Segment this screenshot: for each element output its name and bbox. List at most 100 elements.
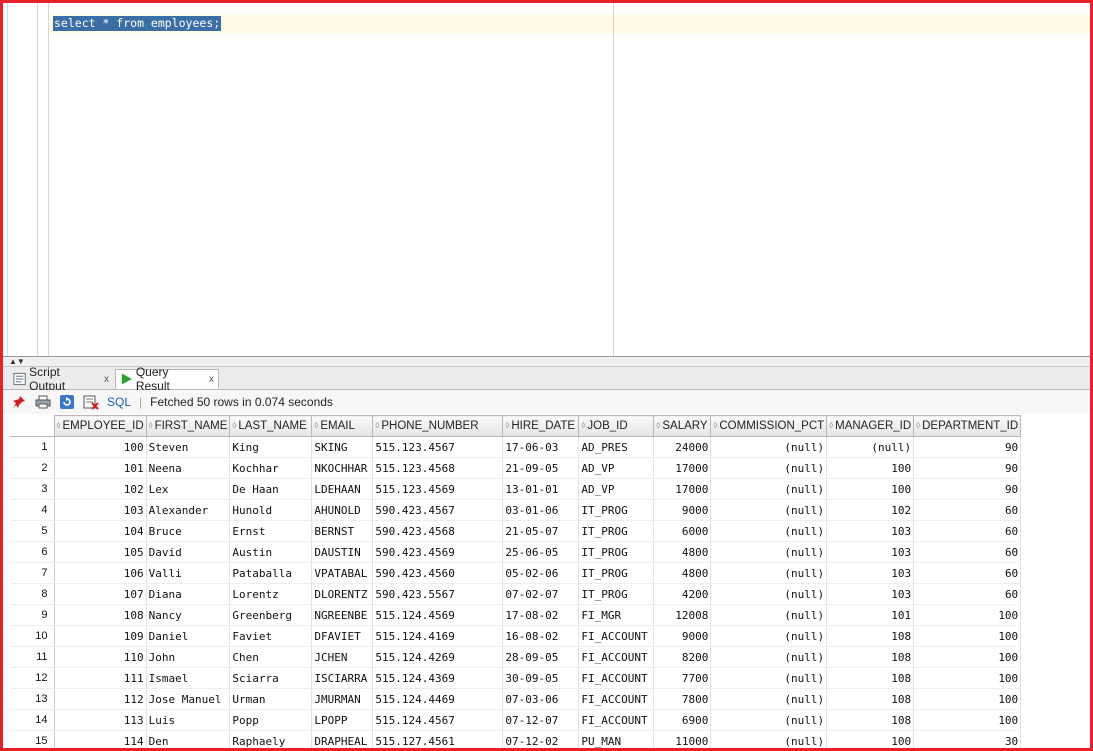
column-header-first-name[interactable]: ◊ FIRST_NAME — [145, 415, 231, 437]
column-header-manager-id[interactable]: ◊ MANAGER_ID — [826, 415, 915, 437]
table-cell[interactable]: (null) — [710, 520, 828, 542]
splitter-arrows-icon[interactable]: ▲▼ — [9, 357, 25, 366]
table-cell[interactable]: 11000 — [653, 730, 712, 748]
table-cell[interactable]: Neena — [146, 457, 231, 479]
table-cell[interactable]: 101 — [54, 457, 147, 479]
table-cell[interactable]: John — [146, 646, 231, 668]
table-cell[interactable]: 590.423.5567 — [372, 583, 504, 605]
table-cell[interactable]: 16-08-02 — [502, 625, 580, 647]
table-cell[interactable]: Nancy — [146, 604, 231, 626]
table-cell[interactable]: 515.123.4569 — [372, 478, 504, 500]
table-cell[interactable]: 24000 — [653, 436, 712, 458]
table-cell[interactable]: 590.423.4560 — [372, 562, 504, 584]
table-cell[interactable]: 109 — [54, 625, 147, 647]
table-cell[interactable]: 17-08-02 — [502, 604, 580, 626]
column-header-email[interactable]: ◊ EMAIL — [311, 415, 374, 437]
table-cell[interactable]: (null) — [710, 730, 828, 748]
table-cell[interactable]: 108 — [826, 646, 915, 668]
table-cell[interactable]: Lorentz — [229, 583, 313, 605]
table-cell[interactable]: AD_VP — [578, 478, 655, 500]
table-cell[interactable]: Daniel — [146, 625, 231, 647]
table-cell[interactable]: 102 — [54, 478, 147, 500]
table-cell[interactable]: 103 — [826, 520, 915, 542]
column-header-job-id[interactable]: ◊ JOB_ID — [578, 415, 655, 437]
table-cell[interactable]: 12008 — [653, 604, 712, 626]
table-cell[interactable]: 07-02-07 — [502, 583, 580, 605]
table-cell[interactable]: 515.124.4469 — [372, 688, 504, 710]
tab-query-result[interactable]: Query Result x — [115, 365, 219, 393]
column-header-last-name[interactable]: ◊ LAST_NAME — [229, 415, 313, 437]
table-cell[interactable]: 13-01-01 — [502, 478, 580, 500]
table-cell[interactable]: BERNST — [311, 520, 374, 542]
table-cell[interactable]: DRAPHEAL — [311, 730, 374, 748]
table-cell[interactable]: 25-06-05 — [502, 541, 580, 563]
table-cell[interactable]: Valli — [146, 562, 231, 584]
table-cell[interactable]: 90 — [913, 478, 1022, 500]
table-row[interactable]: 15 114 Den Raphaely DRAPHEAL 515.127.4561 07-1… — [10, 730, 1022, 748]
table-cell[interactable]: 60 — [913, 583, 1022, 605]
table-row[interactable]: 3 102 Lex De Haan LDEHAAN 515.123.4569 13-01-0… — [10, 478, 1022, 500]
table-cell[interactable]: 03-01-06 — [502, 499, 580, 521]
column-header-phone-number[interactable]: ◊ PHONE_NUMBER — [372, 415, 504, 437]
table-cell[interactable]: 103 — [54, 499, 147, 521]
table-cell[interactable]: 515.124.4569 — [372, 604, 504, 626]
table-cell[interactable]: 590.423.4569 — [372, 541, 504, 563]
table-cell[interactable]: 515.123.4568 — [372, 457, 504, 479]
table-cell[interactable]: Bruce — [146, 520, 231, 542]
table-row[interactable]: 12 111 Ismael Sciarra ISCIARRA 515.124.4369 30… — [10, 667, 1022, 689]
sort-icon[interactable]: ◊ — [314, 421, 318, 429]
sort-icon[interactable]: ◊ — [232, 421, 236, 429]
table-cell[interactable]: 100 — [826, 457, 915, 479]
table-cell[interactable]: Alexander — [146, 499, 231, 521]
table-cell[interactable]: 4200 — [653, 583, 712, 605]
table-cell[interactable]: 90 — [913, 436, 1022, 458]
table-cell[interactable]: IT_PROG — [578, 541, 655, 563]
table-cell[interactable]: 101 — [826, 604, 915, 626]
table-cell[interactable]: Pataballa — [229, 562, 313, 584]
table-cell[interactable]: 107 — [54, 583, 147, 605]
table-cell[interactable]: FI_MGR — [578, 604, 655, 626]
table-cell[interactable]: 103 — [826, 541, 915, 563]
table-cell[interactable]: 07-12-07 — [502, 709, 580, 731]
refresh-icon[interactable] — [59, 394, 75, 410]
close-icon[interactable]: x — [209, 374, 214, 385]
table-row[interactable]: 11 110 John Chen JCHEN 515.124.4269 28-09-05 FI… — [10, 646, 1022, 668]
table-cell[interactable]: AD_PRES — [578, 436, 655, 458]
table-cell[interactable]: De Haan — [229, 478, 313, 500]
table-cell[interactable]: 60 — [913, 520, 1022, 542]
table-cell[interactable]: FI_ACCOUNT — [578, 667, 655, 689]
print-icon[interactable] — [35, 394, 51, 410]
table-cell[interactable]: (null) — [826, 436, 915, 458]
close-icon[interactable]: x — [104, 374, 109, 385]
table-cell[interactable]: FI_ACCOUNT — [578, 709, 655, 731]
table-cell[interactable]: 6000 — [653, 520, 712, 542]
table-cell[interactable]: (null) — [710, 457, 828, 479]
table-cell[interactable]: Den — [146, 730, 231, 748]
table-cell[interactable]: 515.124.4169 — [372, 625, 504, 647]
table-cell[interactable]: 100 — [913, 688, 1022, 710]
table-cell[interactable]: Sciarra — [229, 667, 313, 689]
table-row[interactable]: 10 109 Daniel Faviet DFAVIET 515.124.4169 16-0… — [10, 625, 1022, 647]
table-cell[interactable]: (null) — [710, 604, 828, 626]
table-cell[interactable]: IT_PROG — [578, 583, 655, 605]
table-cell[interactable]: (null) — [710, 562, 828, 584]
table-cell[interactable]: 106 — [54, 562, 147, 584]
table-cell[interactable]: 6900 — [653, 709, 712, 731]
table-cell[interactable]: FI_ACCOUNT — [578, 646, 655, 668]
table-cell[interactable]: LDEHAAN — [311, 478, 374, 500]
table-cell[interactable]: Hunold — [229, 499, 313, 521]
table-cell[interactable]: 17-06-03 — [502, 436, 580, 458]
table-cell[interactable]: IT_PROG — [578, 499, 655, 521]
table-row[interactable]: 9 108 Nancy Greenberg NGREENBE 515.124.4569 17… — [10, 604, 1022, 626]
table-cell[interactable]: JCHEN — [311, 646, 374, 668]
sort-icon[interactable]: ◊ — [57, 421, 61, 429]
table-cell[interactable]: NGREENBE — [311, 604, 374, 626]
table-cell[interactable]: IT_PROG — [578, 562, 655, 584]
table-cell[interactable]: AD_VP — [578, 457, 655, 479]
table-cell[interactable]: 103 — [826, 562, 915, 584]
table-cell[interactable]: IT_PROG — [578, 520, 655, 542]
table-row[interactable]: 6 105 David Austin DAUSTIN 590.423.4569 25-06-… — [10, 541, 1022, 563]
table-cell[interactable]: 100 — [913, 667, 1022, 689]
table-cell[interactable]: 07-12-02 — [502, 730, 580, 748]
table-cell[interactable]: 9000 — [653, 499, 712, 521]
